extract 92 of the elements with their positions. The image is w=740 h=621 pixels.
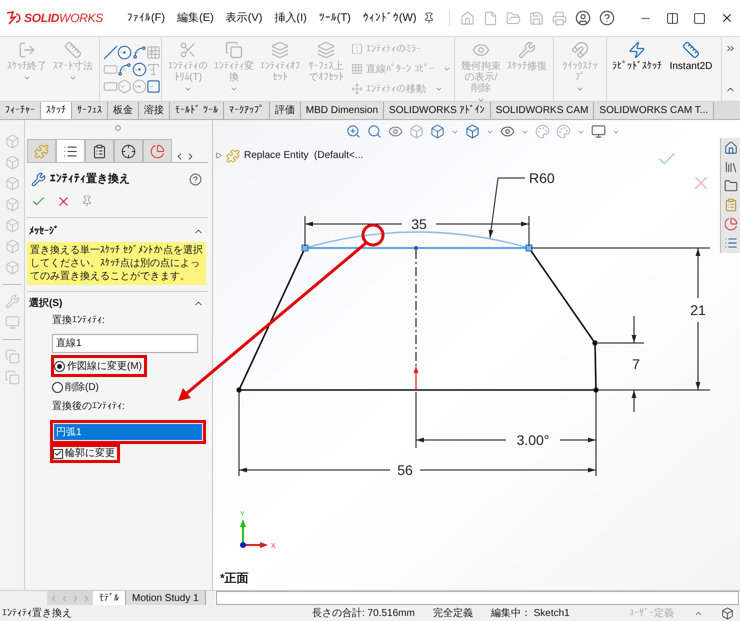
cube-icon[interactable] (465, 124, 480, 139)
radio-button[interactable]: 削除(D) (52, 379, 99, 395)
menu-item[interactable]: ﾂｰﾙ(T) (318, 10, 351, 26)
pin-icon[interactable] (422, 12, 435, 24)
replace-tool-icon (31, 172, 46, 186)
tree-item[interactable]: Replace Entity (Default<... (215, 148, 364, 163)
ellipse-icon[interactable] (132, 62, 147, 76)
dimension-text[interactable]: 35 (411, 216, 427, 232)
dimension-text[interactable]: 56 (397, 462, 413, 478)
crosshair-icon[interactable] (121, 144, 136, 158)
message-box: 置き換える単一ｽｹｯﾁ ｾｸﾞﾒﾝﾄか点を選択してください。ｽｹｯﾁ点は別の点によってのみ置き換えることができます。 (27, 242, 206, 285)
section-header[interactable]: ﾒｯｾｰｼﾞ (27, 222, 208, 240)
help-icon[interactable] (598, 10, 615, 26)
cube-icon[interactable] (430, 124, 445, 139)
command-tab[interactable]: SOLIDWORKS CAM T... (594, 102, 714, 119)
menu-item[interactable]: 挿入(I) (274, 10, 307, 26)
menu-item[interactable]: 編集(E) (177, 10, 214, 26)
command-tab[interactable]: 板金 (108, 102, 139, 119)
view-icon[interactable] (388, 124, 403, 139)
panel-tab[interactable] (85, 139, 114, 162)
bottom-tab[interactable]: ﾓﾃﾞﾙ (93, 591, 126, 605)
panel-tab[interactable] (114, 139, 143, 162)
new-file-icon[interactable] (482, 10, 498, 26)
radio-button[interactable]: 作図線に変更(M) (54, 358, 142, 374)
command-tab[interactable]: ｽｹｯﾁ (41, 102, 72, 119)
save-icon[interactable] (528, 10, 544, 26)
command-tab[interactable]: 評価 (270, 102, 301, 119)
eye-icon[interactable] (500, 124, 515, 139)
status-text: 長さの合計: 70.516mm (312, 606, 415, 620)
open-folder-icon[interactable] (506, 10, 521, 26)
input-field[interactable]: 直線1 (52, 334, 198, 353)
section-header[interactable]: 選択(S) (27, 294, 208, 312)
command-tab[interactable]: ﾌｨｰﾁｬｰ (0, 102, 41, 119)
zoom-icon[interactable] (346, 124, 361, 139)
view-label: *正面 (220, 570, 249, 587)
command-tab[interactable]: SOLIDWORKS ｱﾄﾞｲﾝ (384, 102, 491, 119)
menu-item[interactable]: ﾌｧｲﾙ(F) (127, 10, 166, 26)
list-icon[interactable] (63, 144, 78, 158)
more-icon[interactable] (725, 43, 736, 54)
field-label: 置換後のｴﾝﾃｨﾃｨ: (52, 400, 126, 414)
lightning-icon[interactable] (628, 41, 646, 59)
home-icon[interactable] (724, 141, 738, 155)
pie-icon[interactable] (150, 144, 165, 158)
status-text: 編集中： Sketch1 (490, 606, 570, 620)
dimension-text[interactable]: 7 (632, 356, 640, 372)
list-field[interactable]: 円弧1 (54, 424, 202, 440)
command-tab[interactable]: ﾏｰｸｱｯﾌﾟ (224, 102, 270, 119)
ribbon-button[interactable]: ﾗﾋﾟｯﾄﾞｽｹｯﾁ (610, 37, 664, 101)
ribbon-button[interactable]: Instant2D (664, 37, 718, 101)
spline-icon[interactable] (132, 44, 147, 60)
arc-icon[interactable] (117, 62, 132, 76)
line-icon[interactable] (103, 44, 118, 60)
grip-icon[interactable] (114, 124, 120, 130)
axis-triad-icon (240, 519, 268, 548)
command-tab[interactable]: SOLIDWORKS CAM (490, 102, 594, 119)
maximize-icon[interactable] (693, 12, 706, 24)
command-tab[interactable]: 溶接 (139, 102, 170, 119)
command-tab[interactable]: ﾓｰﾙﾄﾞ ﾂｰﾙ (170, 102, 224, 119)
menu-item[interactable]: ｳｨﾝﾄﾞｳ(W) (362, 10, 417, 26)
app-logo: SOLIDWORKS (24, 10, 104, 27)
search-icon[interactable] (367, 124, 382, 139)
origin-icon (414, 366, 418, 390)
point-icon[interactable] (146, 78, 161, 94)
clipboard-icon[interactable] (92, 144, 107, 158)
circle-icon[interactable] (117, 44, 132, 60)
logo-icon (6, 11, 22, 25)
bottom-tab[interactable]: Motion Study 1 (126, 591, 206, 605)
tile-icon[interactable] (666, 12, 679, 24)
menu-item[interactable]: 表示(V) (226, 10, 262, 26)
dimension-text[interactable]: 3.00° (516, 432, 550, 448)
status-text: 完全定義 (432, 606, 473, 620)
clipboard-icon[interactable] (724, 198, 738, 212)
ruler-icon[interactable] (682, 41, 700, 59)
print-icon[interactable] (552, 10, 567, 26)
expand-icon[interactable] (215, 152, 222, 159)
help-icon[interactable] (189, 172, 202, 186)
dimension-text[interactable]: R60 (529, 170, 555, 186)
close-icon[interactable] (720, 11, 734, 25)
checkbox[interactable]: 輪郭に変更 (53, 447, 115, 460)
library-icon[interactable] (724, 160, 738, 174)
dimension-text[interactable]: 21 (690, 302, 706, 318)
field-label: 置換ｴﾝﾃｨﾃｨ: (52, 314, 106, 328)
checkmark-icon (54, 449, 62, 458)
monitor-icon[interactable] (591, 124, 606, 139)
panel-title: ｴﾝﾃｨﾃｨ置き換え (50, 172, 130, 187)
folder-icon[interactable] (724, 179, 738, 193)
status-text: ｴﾝﾃｨﾃｨ置き換え (2, 606, 73, 620)
user-icon[interactable] (574, 10, 591, 26)
command-tab[interactable]: ｻｰﾌｪｽ (72, 102, 108, 119)
pie-icon[interactable] (724, 217, 738, 231)
command-tab[interactable]: MBD Dimension (300, 102, 384, 119)
panel-tab[interactable] (56, 139, 85, 162)
